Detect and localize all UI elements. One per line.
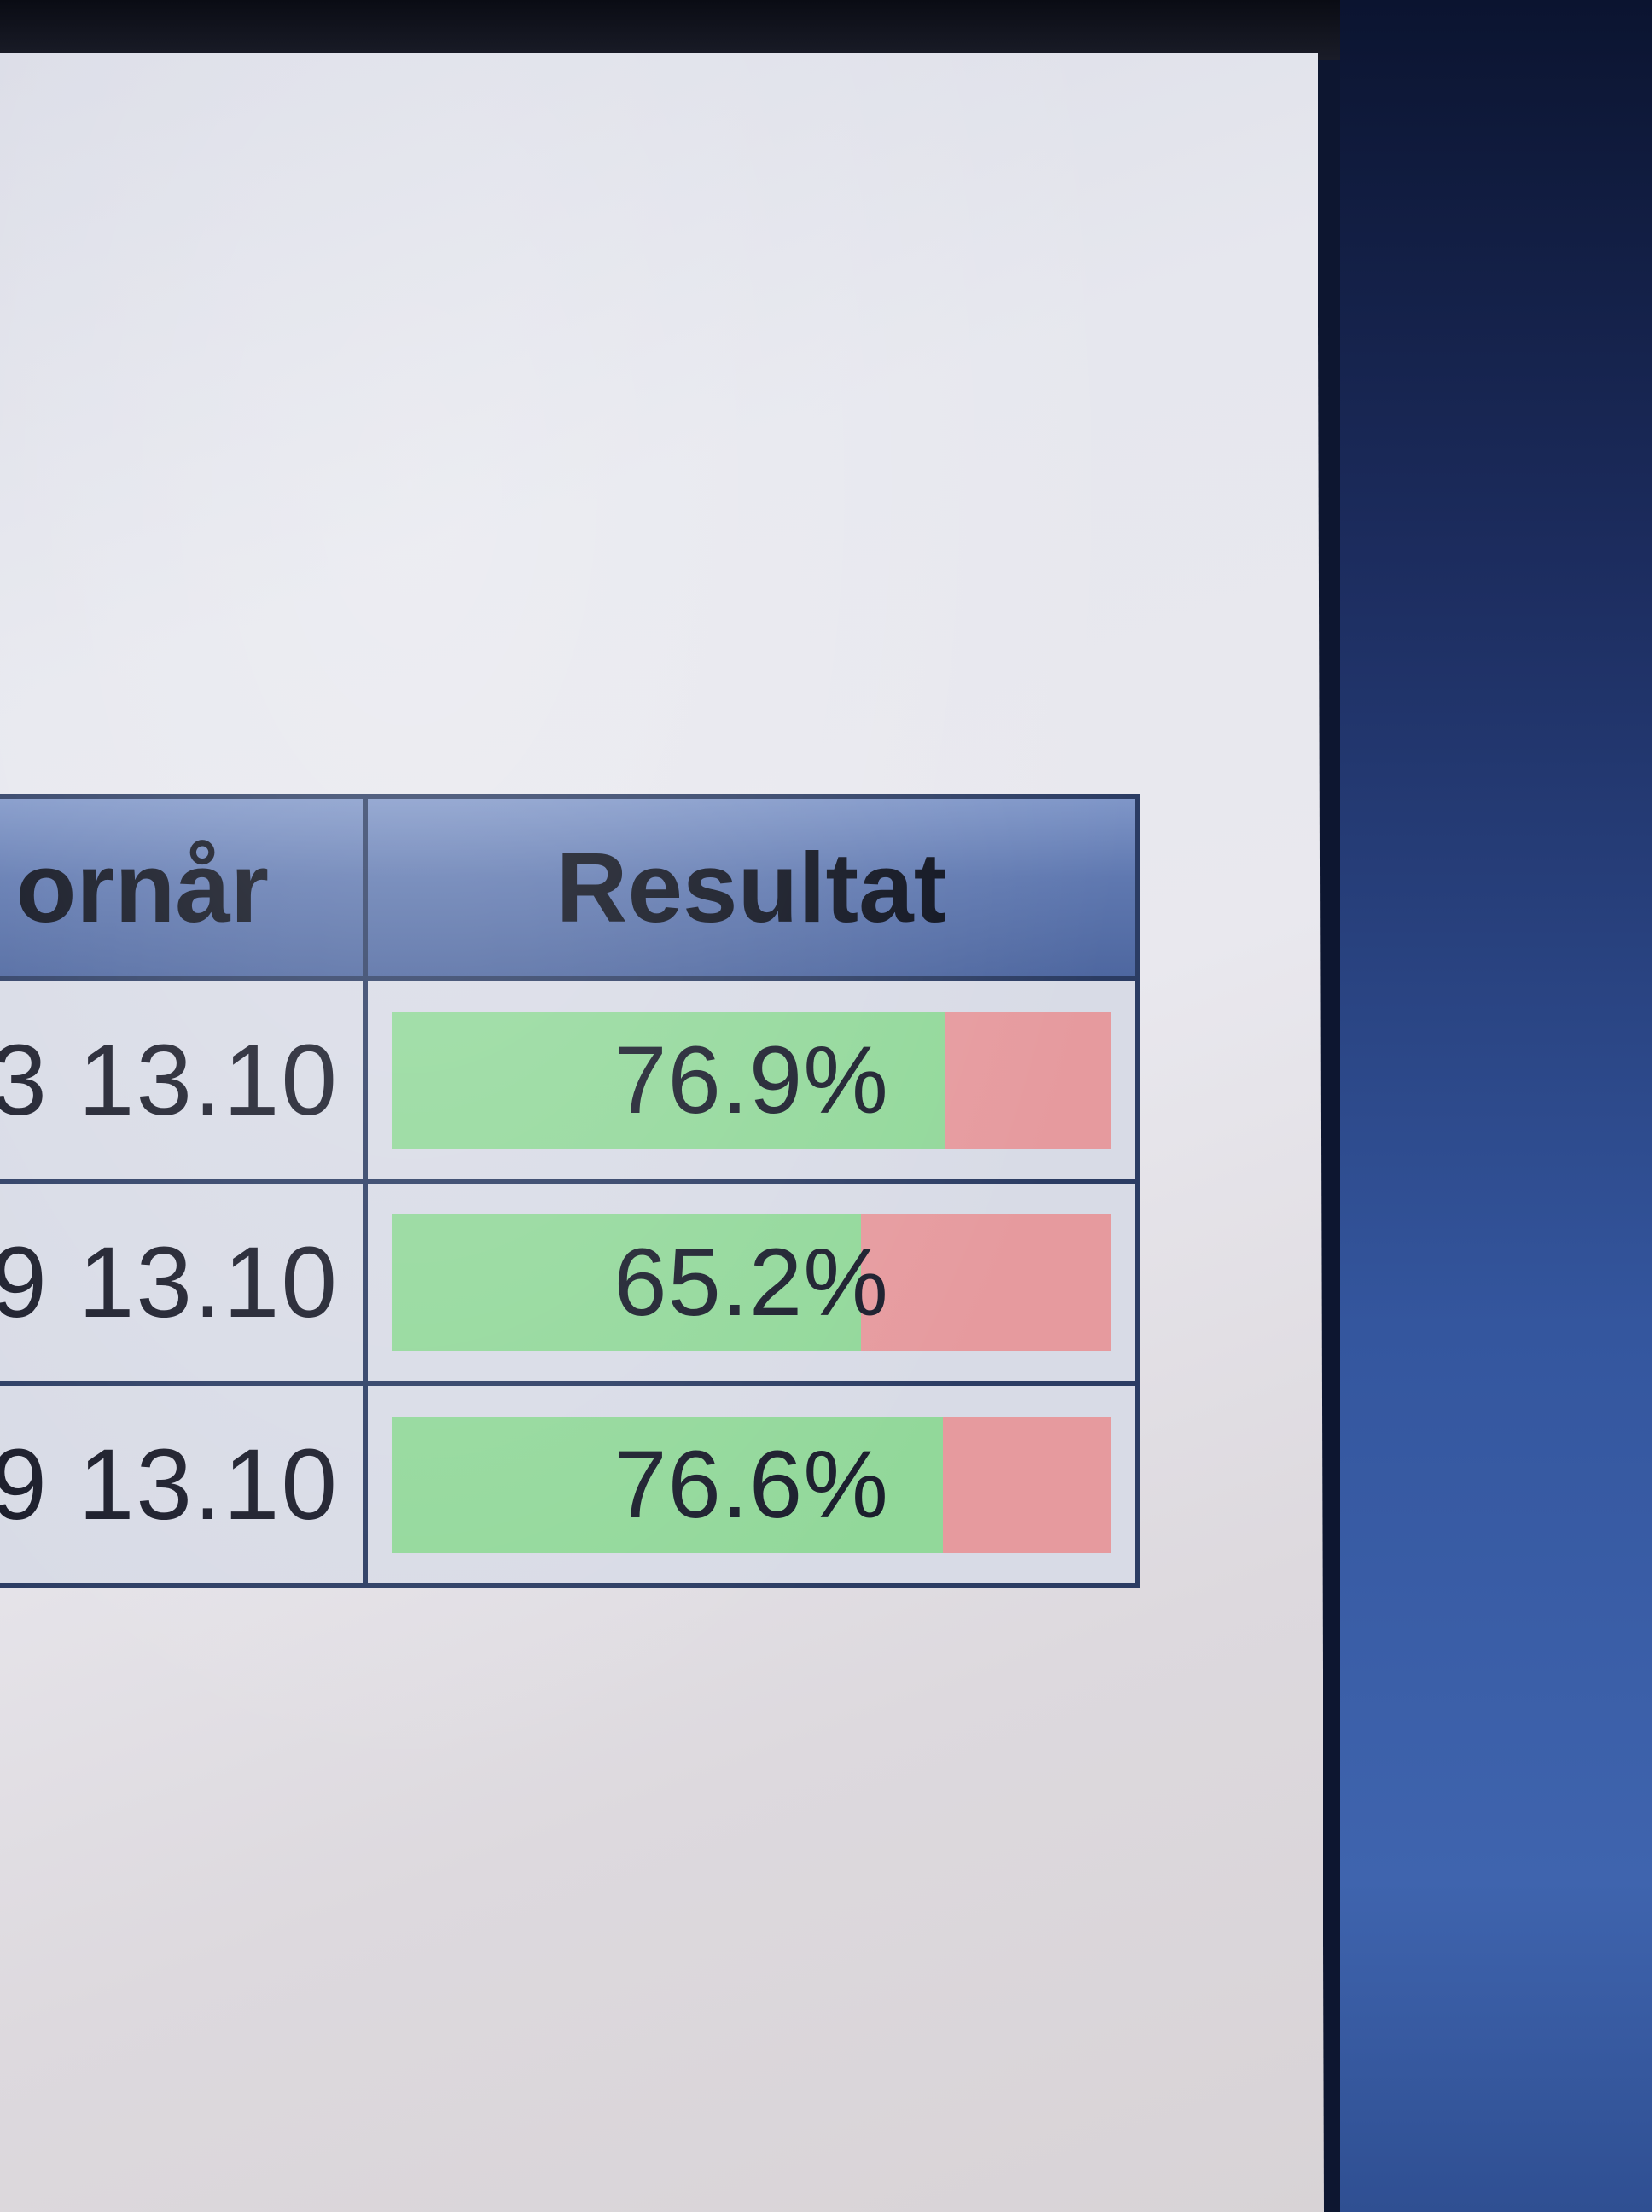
desktop-background — [1340, 0, 1652, 2212]
date-cell: 9 13.10 — [0, 1381, 368, 1588]
date-cell: 9 13.10 — [0, 1179, 368, 1386]
result-percentage: 65.2% — [614, 1228, 889, 1336]
table-row[interactable]: 3 13.10 76.9% — [0, 976, 1140, 1184]
column-header-result[interactable]: Resultat — [363, 794, 1140, 981]
table-row[interactable]: 9 13.10 65.2% — [0, 1179, 1140, 1386]
result-percentage: 76.6% — [614, 1430, 889, 1538]
page-area: ornår Resultat 3 13.10 76.9% 9 13.10 65.… — [0, 53, 1324, 2212]
result-cell: 76.9% — [363, 976, 1140, 1184]
result-percentage: 76.9% — [614, 1026, 889, 1133]
results-table: ornår Resultat 3 13.10 76.9% 9 13.10 65.… — [0, 794, 1140, 1588]
result-progress-bar: 76.6% — [392, 1416, 1111, 1553]
result-progress-bar: 76.9% — [392, 1011, 1111, 1149]
result-cell: 76.6% — [363, 1381, 1140, 1588]
table-row[interactable]: 9 13.10 76.6% — [0, 1381, 1140, 1588]
result-cell: 65.2% — [363, 1179, 1140, 1386]
result-progress-bar: 65.2% — [392, 1214, 1111, 1351]
column-header-date[interactable]: ornår — [0, 794, 368, 981]
table-header-row: ornår Resultat — [0, 794, 1140, 981]
date-cell: 3 13.10 — [0, 976, 368, 1184]
